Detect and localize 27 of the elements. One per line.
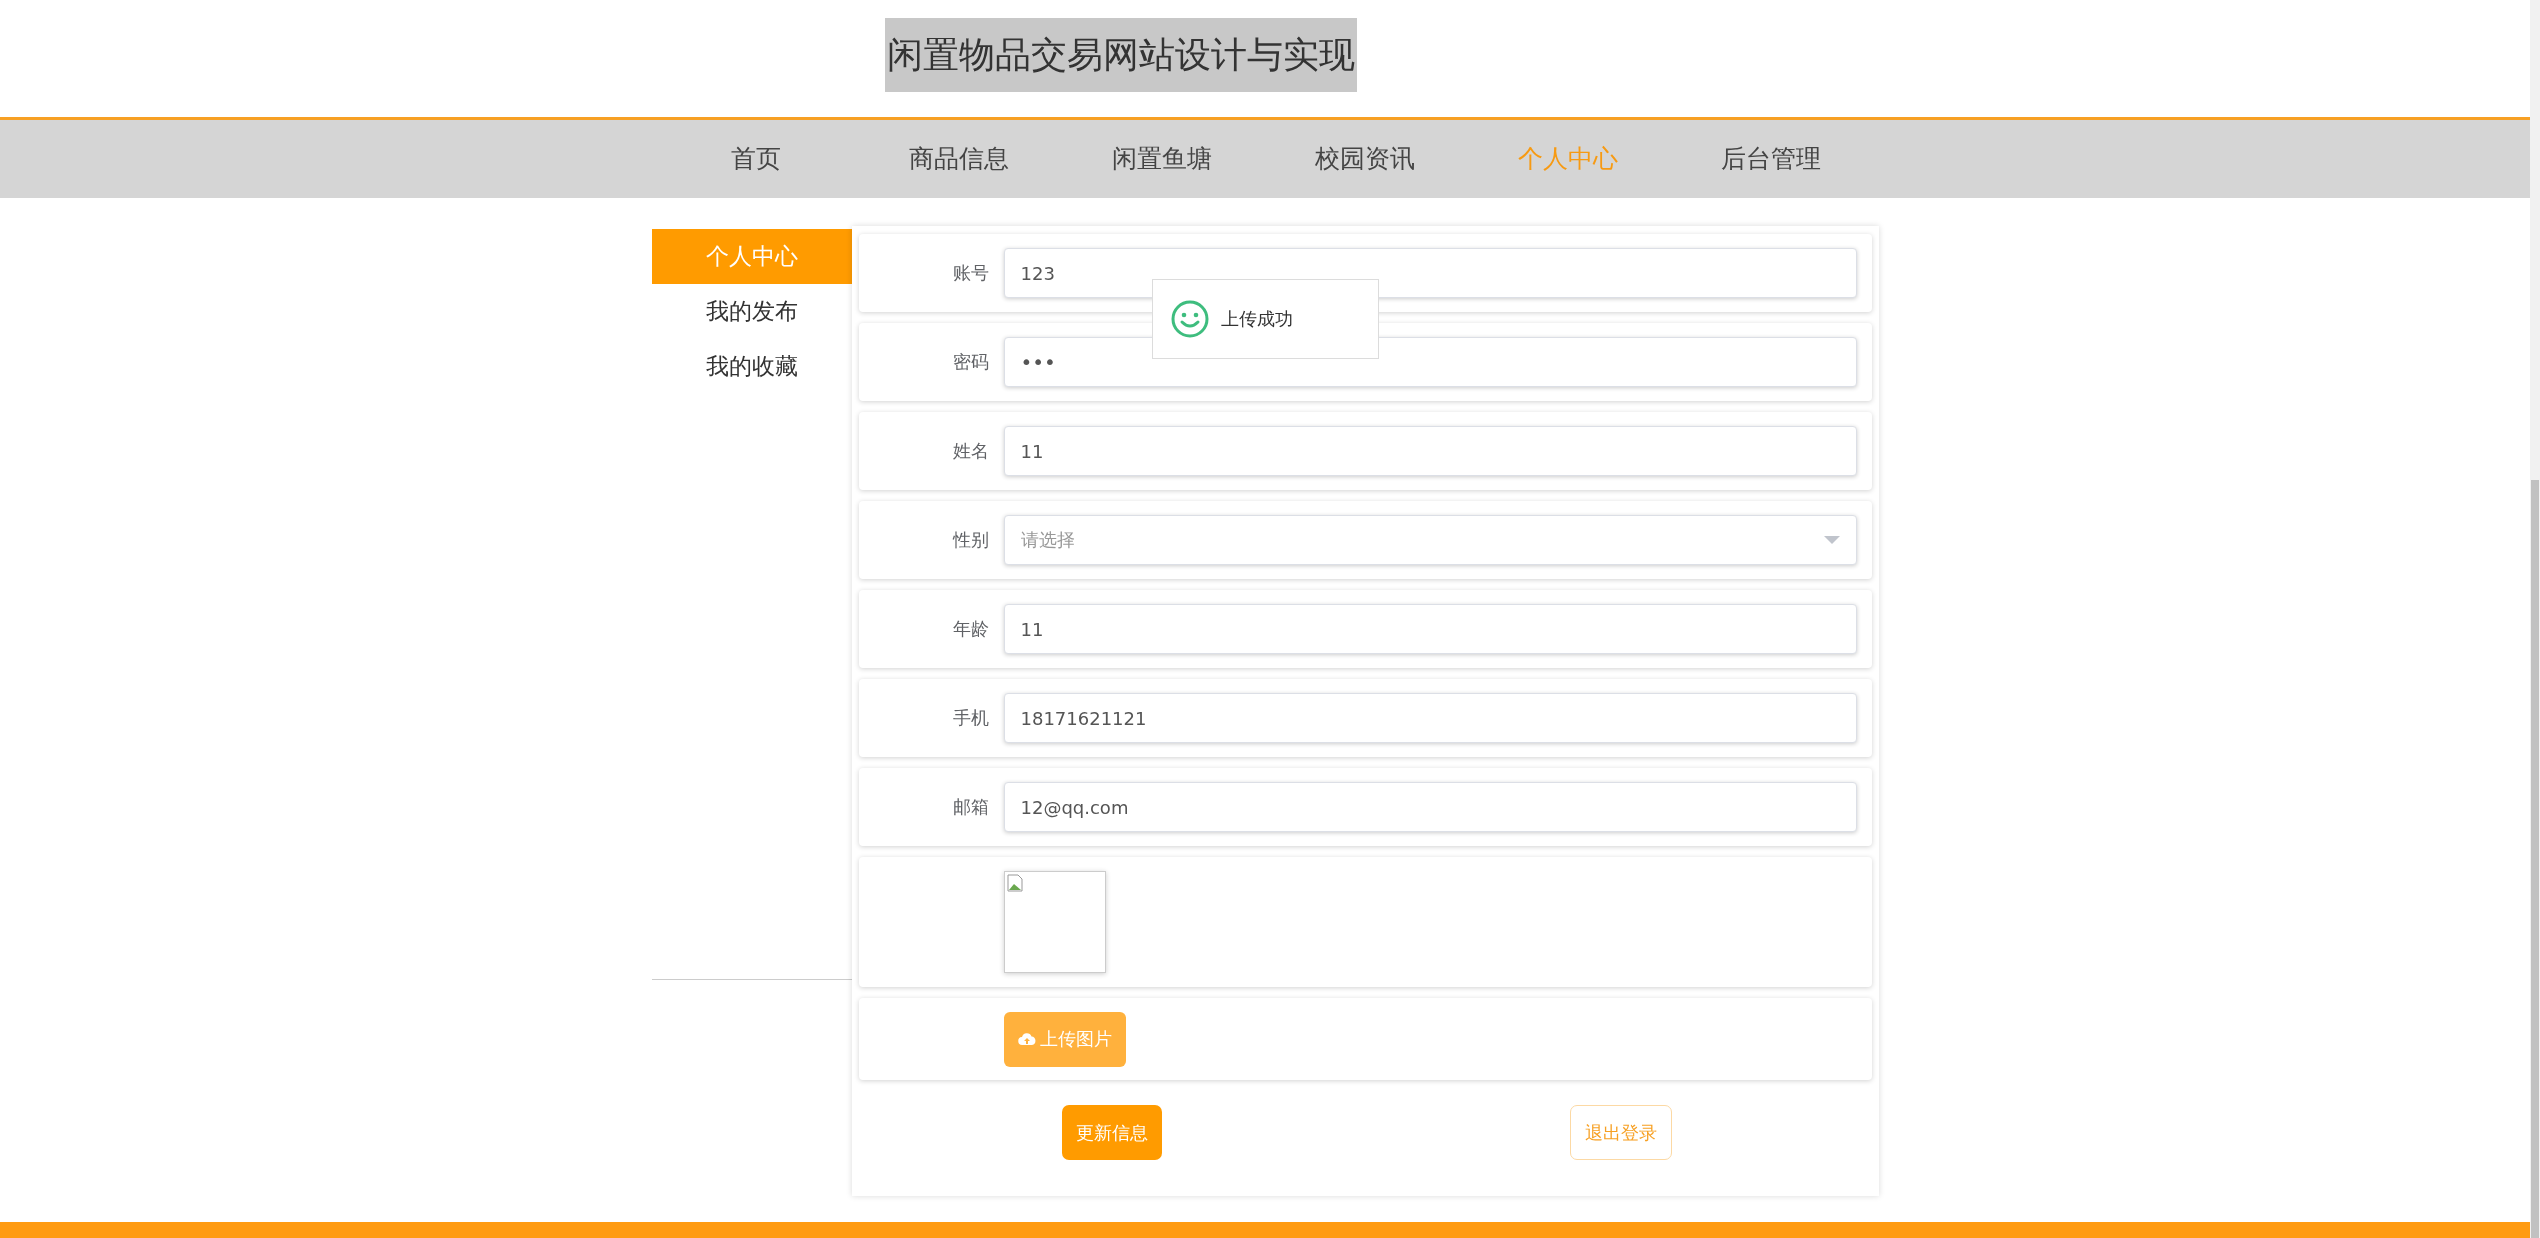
sidebar-item[interactable]: 我的收藏 (651, 339, 852, 394)
site-title: 闲置物品交易网站设计与实现 (884, 18, 1357, 92)
broken-image-icon (1006, 874, 1023, 892)
input-field[interactable]: 18171621121 (1003, 693, 1857, 743)
field-label: 年龄 (951, 617, 990, 641)
nav-link[interactable]: 后台管理 (1669, 120, 1873, 198)
caret-icon (1823, 536, 1840, 544)
nav-link[interactable]: 商品信息 (857, 120, 1061, 198)
field-label: 手机 (951, 706, 990, 730)
input-field[interactable]: 123 (1003, 248, 1857, 298)
field-label: 邮箱 (951, 795, 990, 819)
nav-link[interactable]: 首页 (654, 120, 858, 198)
scrollbar[interactable] (2530, 0, 2540, 1238)
scrollbar-thumb[interactable] (2531, 480, 2539, 1238)
input-field[interactable]: 11 (1003, 604, 1857, 654)
field-label: 姓名 (951, 439, 990, 463)
field-label: 性别 (951, 528, 990, 552)
toast-message: 上传成功 (1220, 307, 1293, 331)
sidebar-item[interactable]: 我的发布 (651, 284, 852, 339)
input-field[interactable]: 11 (1003, 426, 1857, 476)
input-field[interactable]: 12@qq.com (1003, 782, 1857, 832)
nav-link[interactable]: 闲置鱼塘 (1060, 120, 1264, 198)
cloud-upload-icon (1017, 1032, 1036, 1046)
field-label: 账号 (951, 261, 990, 285)
field-label: 密码 (951, 350, 990, 374)
nav-link[interactable]: 校园资讯 (1263, 120, 1467, 198)
smiley-icon (1170, 300, 1209, 338)
